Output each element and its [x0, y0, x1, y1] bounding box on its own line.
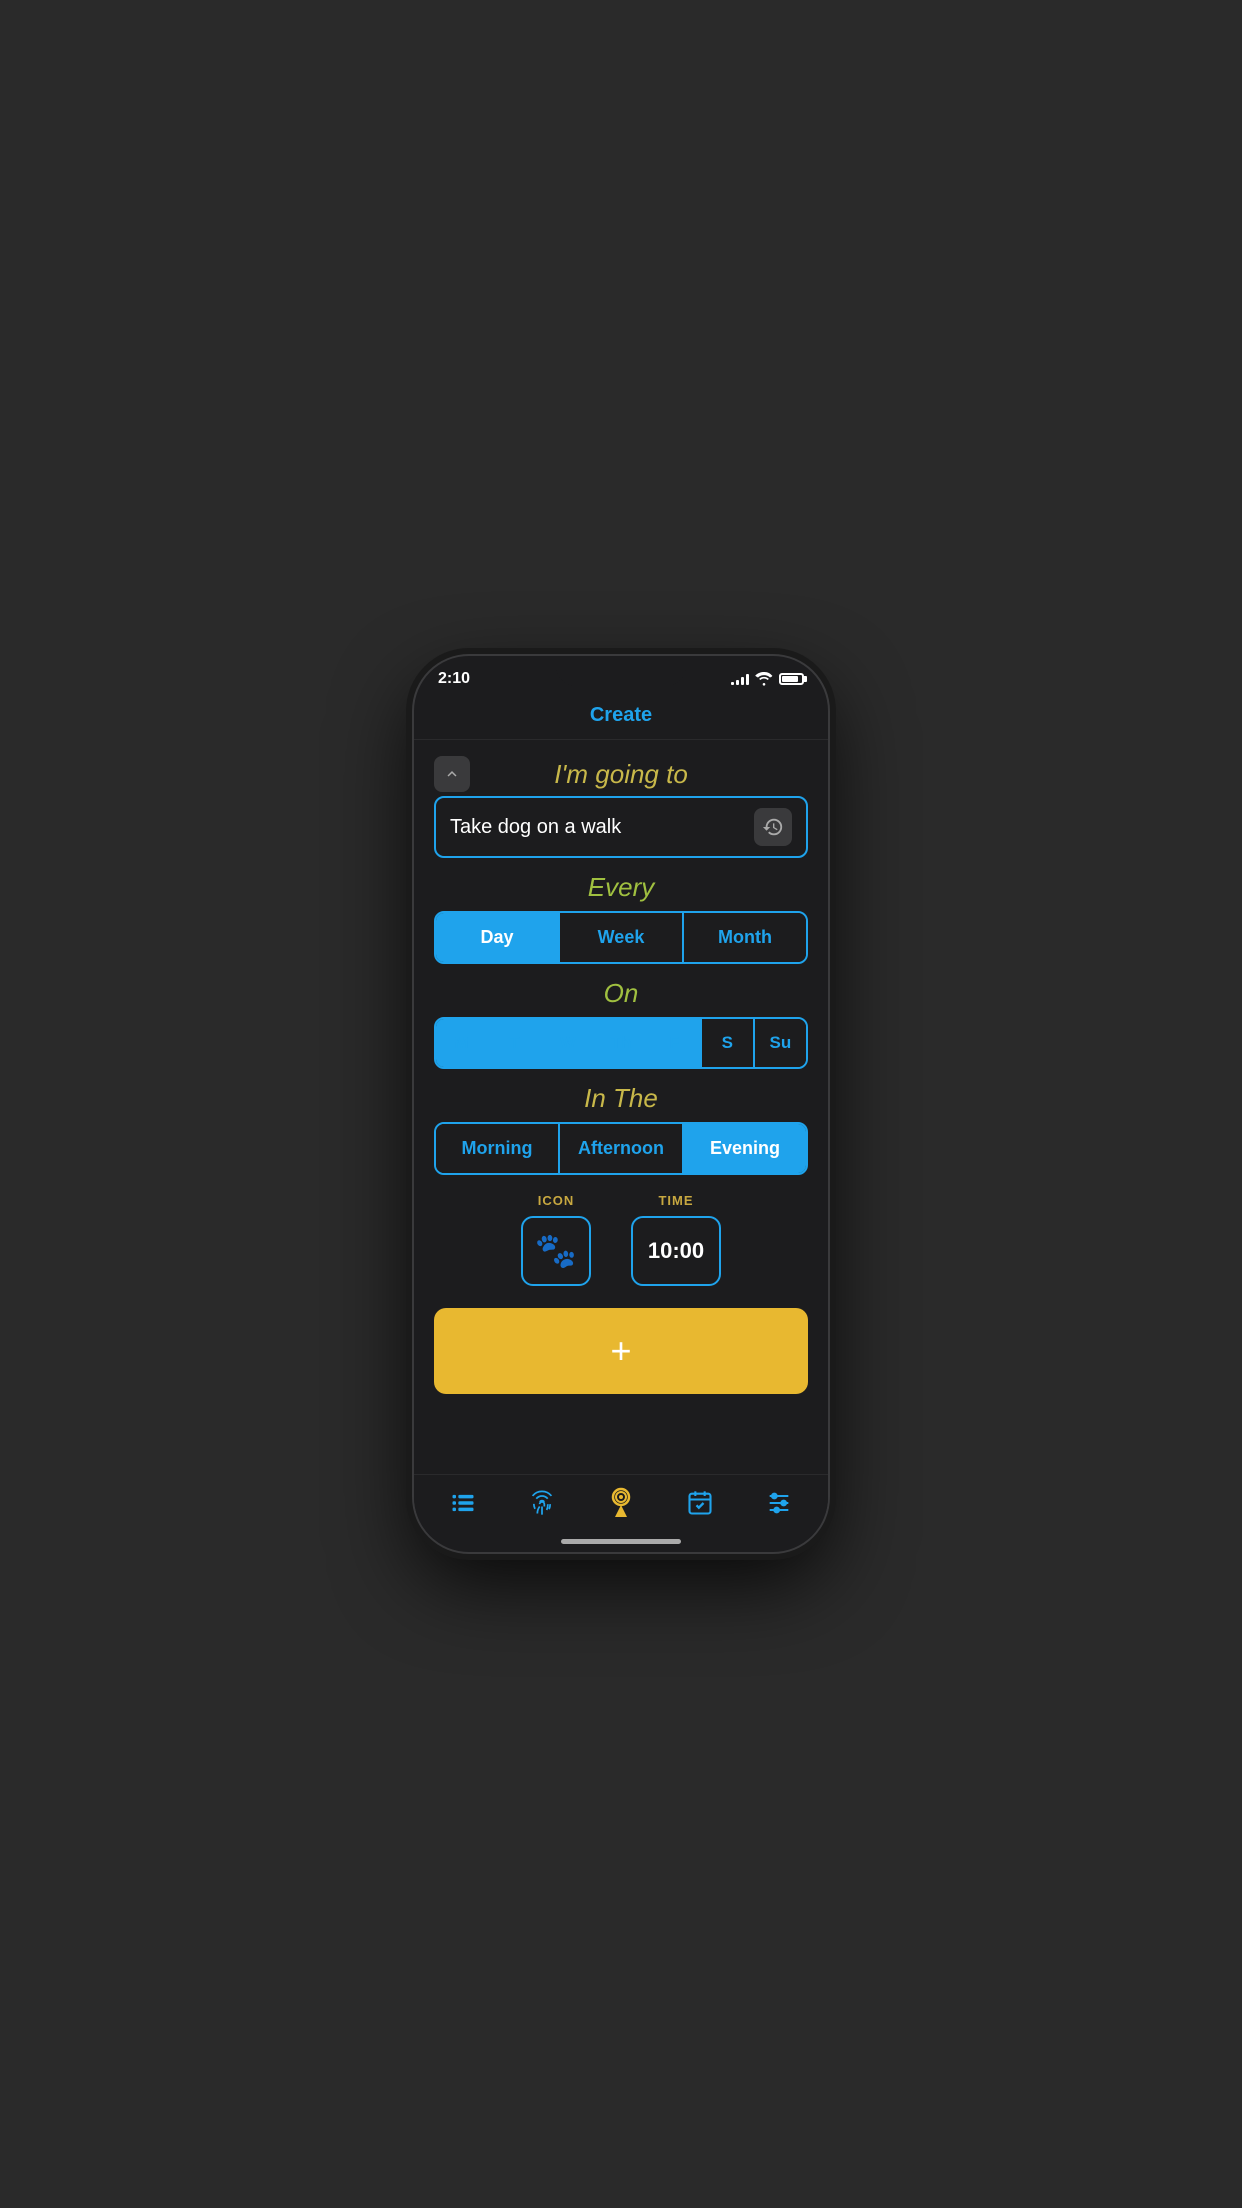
day-wednesday-button[interactable]: W: [542, 1019, 595, 1067]
fingerprint-icon: [528, 1489, 556, 1517]
history-button[interactable]: [754, 808, 792, 846]
wifi-icon: [755, 672, 773, 686]
time-value: 10:00: [648, 1238, 704, 1264]
in-the-label: In The: [584, 1083, 658, 1113]
time-col: TIME 10:00: [631, 1193, 721, 1286]
day-tuesday-button[interactable]: T: [489, 1019, 542, 1067]
every-section: Every Day Week Month: [434, 872, 808, 964]
tod-evening-button[interactable]: Evening: [684, 1124, 806, 1173]
task-input-row[interactable]: Take dog on a walk: [434, 796, 808, 858]
task-input[interactable]: Take dog on a walk: [450, 816, 754, 839]
nav-header: Create: [414, 696, 828, 740]
going-to-header: I'm going to: [434, 756, 808, 792]
time-label: TIME: [658, 1193, 693, 1208]
content-area: I'm going to Take dog on a walk Every: [414, 740, 828, 1474]
history-icon: [762, 816, 784, 838]
day-friday-button[interactable]: F: [649, 1019, 702, 1067]
in-the-section: In The Morning Afternoon Evening: [434, 1083, 808, 1175]
freq-day-button[interactable]: Day: [436, 913, 560, 962]
home-indicator: [561, 1539, 681, 1544]
chevron-up-icon: [443, 765, 461, 783]
day-saturday-button[interactable]: S: [702, 1019, 755, 1067]
going-to-label: I'm going to: [554, 759, 688, 789]
tab-fingerprint[interactable]: [518, 1489, 566, 1517]
battery-icon: [779, 673, 804, 685]
paw-icon: 🐾: [535, 1231, 577, 1271]
calendar-icon: [686, 1489, 714, 1517]
day-sunday-button[interactable]: Su: [755, 1019, 806, 1067]
page-title: Create: [590, 704, 652, 726]
signal-icon: [731, 673, 749, 685]
time-picker-button[interactable]: 10:00: [631, 1216, 721, 1286]
tod-morning-button[interactable]: Morning: [436, 1124, 560, 1173]
icon-picker-button[interactable]: 🐾: [521, 1216, 591, 1286]
icon-time-row: ICON 🐾 TIME 10:00: [434, 1189, 808, 1290]
sliders-icon: [765, 1489, 793, 1517]
tab-list[interactable]: [439, 1489, 487, 1517]
tab-bar: [414, 1474, 828, 1539]
add-button[interactable]: +: [434, 1308, 808, 1394]
add-button-label: +: [610, 1330, 631, 1371]
tab-settings[interactable]: [755, 1489, 803, 1517]
on-section: On M T W Th F S: [434, 978, 808, 1069]
status-bar: 2:10: [414, 656, 828, 696]
time-of-day-buttons: Morning Afternoon Evening: [434, 1122, 808, 1175]
list-icon: [449, 1489, 477, 1517]
phone-frame: 2:10 Create: [414, 656, 828, 1552]
icon-label: ICON: [538, 1193, 575, 1208]
day-thursday-button[interactable]: Th: [595, 1019, 648, 1067]
tab-home[interactable]: [597, 1487, 645, 1519]
status-icons: [731, 672, 804, 686]
frequency-buttons: Day Week Month: [434, 911, 808, 964]
status-time: 2:10: [438, 670, 470, 688]
day-monday-button[interactable]: M: [436, 1019, 489, 1067]
freq-week-button[interactable]: Week: [560, 913, 684, 962]
going-to-section: I'm going to Take dog on a walk: [434, 756, 808, 858]
freq-month-button[interactable]: Month: [684, 913, 806, 962]
day-buttons: M T W Th F S Su: [434, 1017, 808, 1069]
every-label: Every: [588, 872, 654, 902]
tab-calendar[interactable]: [676, 1489, 724, 1517]
collapse-button[interactable]: [434, 756, 470, 792]
battery-fill: [782, 676, 798, 682]
icon-col: ICON 🐾: [521, 1193, 591, 1286]
tod-afternoon-button[interactable]: Afternoon: [560, 1124, 684, 1173]
on-label: On: [604, 978, 639, 1008]
home-icon: [605, 1487, 637, 1519]
